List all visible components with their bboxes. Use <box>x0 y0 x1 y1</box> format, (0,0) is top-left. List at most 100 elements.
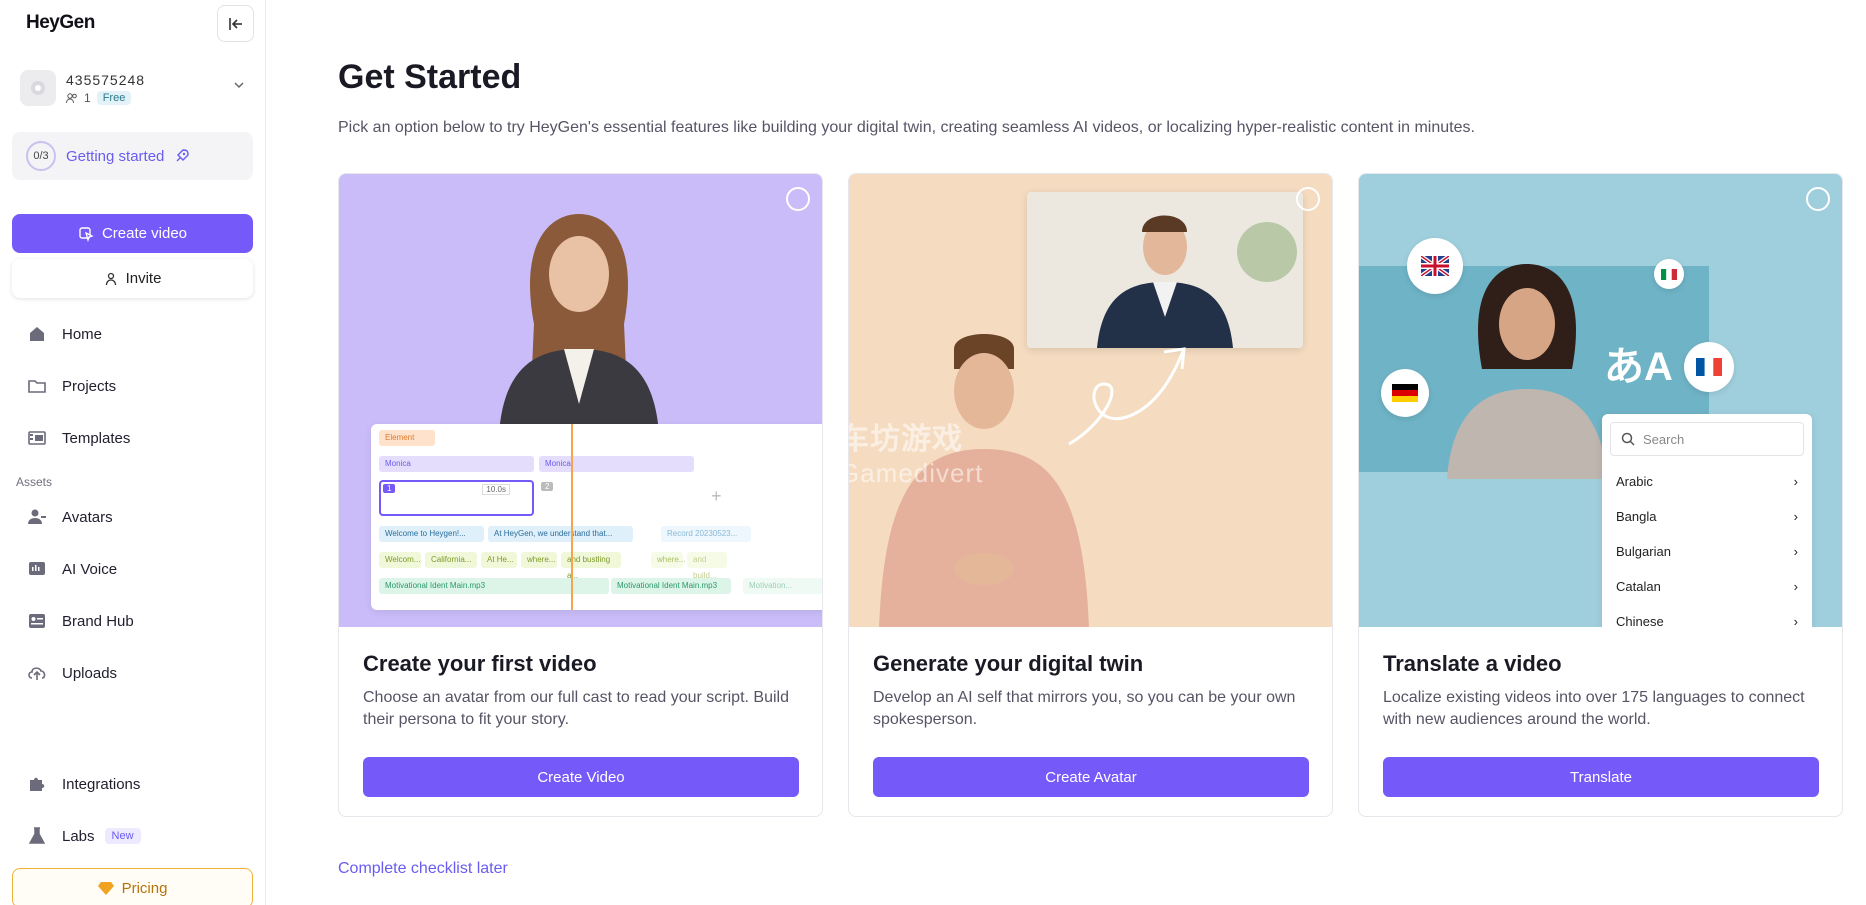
cloud-upload-icon <box>26 662 48 684</box>
card-title: Create your first video <box>363 651 597 676</box>
search-icon <box>1621 432 1635 446</box>
scene-1-thumb: 1 10.0s <box>379 480 534 516</box>
select-radio[interactable] <box>786 187 810 211</box>
plan-badge: Free <box>96 90 132 105</box>
create-video-label: Create video <box>101 225 188 242</box>
avatar-woman-translate-image <box>1447 264 1607 479</box>
sidebar-item-uploads[interactable]: Uploads <box>12 653 253 693</box>
invite-label: Invite <box>125 270 162 287</box>
language-row[interactable]: Catalan › <box>1602 569 1812 604</box>
playhead <box>571 424 573 610</box>
account-name: 435575248 <box>66 71 146 88</box>
select-radio[interactable] <box>1806 187 1830 211</box>
rocket-icon <box>176 149 190 162</box>
select-radio[interactable] <box>1296 187 1320 211</box>
card-description: Localize existing videos into over 175 l… <box>1383 689 1805 728</box>
watermark: 车坊游戏 Gamedivert <box>849 423 984 488</box>
create-avatar-card-button[interactable]: Create Avatar <box>873 757 1309 797</box>
create-video-card-button[interactable]: Create Video <box>363 757 799 797</box>
heygen-logo[interactable]: HeyGen <box>26 12 95 34</box>
row2-chip-e: and bustling a... <box>561 552 621 580</box>
sidebar-item-brand-hub[interactable]: Brand Hub <box>12 601 253 641</box>
person-icon <box>105 272 116 285</box>
translate-glyph: あA <box>1604 345 1673 389</box>
collapse-sidebar-button[interactable] <box>217 5 254 42</box>
sidebar-item-home[interactable]: Home <box>12 314 253 354</box>
sidebar-item-templates[interactable]: Templates <box>12 418 253 458</box>
complete-checklist-later-link[interactable]: Complete checklist later <box>338 860 508 878</box>
card-create-video[interactable]: Element Monica Monica 1 10.0s 2 + Welcom… <box>338 173 823 817</box>
row2-chip-b: California... <box>425 552 477 568</box>
row2-chip-d: where... <box>521 552 557 568</box>
language-row[interactable]: Bangla › <box>1602 499 1812 534</box>
sidebar-item-labs[interactable]: Labs New <box>12 816 253 856</box>
invite-button[interactable]: Invite <box>12 259 253 298</box>
main-content: Get Started Pick an option below to try … <box>266 0 1866 905</box>
voice-icon <box>26 558 48 580</box>
add-scene-icon: + <box>711 486 722 506</box>
chevron-down-icon <box>234 82 244 89</box>
card-title: Generate your digital twin <box>873 651 1144 676</box>
audio-chip-a: Motivational Ident Main.mp3 <box>379 578 609 594</box>
assets-section-label: Assets <box>16 475 53 489</box>
audio-chip-c: Motivation... <box>743 578 822 594</box>
scene-2-badge: 2 <box>541 482 554 491</box>
sidebar-item-integrations[interactable]: Integrations <box>12 764 253 804</box>
sidebar-item-projects[interactable]: Projects <box>12 366 253 406</box>
sidebar-item-label: Uploads <box>62 664 118 682</box>
chevron-right-icon: › <box>1793 544 1798 559</box>
language-row[interactable]: Bulgarian › <box>1602 534 1812 569</box>
scene-2-thumb: 2 <box>539 480 694 516</box>
getting-started-label: Getting started <box>66 147 165 165</box>
collapse-icon <box>228 17 242 30</box>
folder-icon <box>26 375 48 397</box>
language-picker: Search Arabic › Bangla › Bulgarian › Catala… <box>1602 414 1812 627</box>
scene-1-badge: 1 <box>383 484 396 493</box>
create-video-button[interactable]: Create video <box>12 214 253 253</box>
flask-icon <box>26 825 48 847</box>
gear-icon <box>31 81 45 95</box>
sidebar-item-avatars[interactable]: Avatars <box>12 497 253 537</box>
sidebar-item-label: Templates <box>62 429 131 447</box>
card-digital-twin[interactable]: 车坊游戏 Gamedivert Generate your digital tw… <box>848 173 1333 817</box>
puzzle-icon <box>26 773 48 795</box>
row2-chip-c: At He... <box>481 552 517 568</box>
language-search-input[interactable]: Search <box>1610 422 1804 456</box>
language-row[interactable]: Chinese › <box>1602 604 1812 627</box>
avatar-icon <box>26 506 48 528</box>
card-title: Translate a video <box>1383 651 1562 676</box>
language-row[interactable]: Arabic › <box>1602 464 1812 499</box>
script-chip-a: Welcome to Heygen!... <box>379 526 484 542</box>
chevron-right-icon: › <box>1793 509 1798 524</box>
avatar-track-a: Monica <box>379 456 534 472</box>
sidebar-item-ai-voice[interactable]: AI Voice <box>12 549 253 589</box>
home-icon <box>26 323 48 345</box>
avatar-man-suit-image <box>1027 192 1303 348</box>
sidebar-item-label: Brand Hub <box>62 612 134 630</box>
chevron-right-icon: › <box>1793 474 1798 489</box>
page-subtitle: Pick an option below to try HeyGen's ess… <box>338 119 1475 136</box>
row2-chip-a: Welcom... <box>379 552 421 568</box>
audio-chip-b: Motivational Ident Main.mp3 <box>611 578 731 594</box>
translate-card-button[interactable]: Translate <box>1383 757 1819 797</box>
sidebar-item-label: Home <box>62 325 103 343</box>
pricing-label: Pricing <box>121 879 168 897</box>
row2-chip-g: and build... <box>687 552 727 580</box>
sidebar: HeyGen 435575248 1 Free 0/3 Getting star… <box>0 0 266 905</box>
cursor-icon <box>79 226 94 242</box>
diamond-icon <box>97 882 114 895</box>
translate-preview: あA Search Arabic › Bangla › Bulgarian › Cat… <box>1359 174 1842 627</box>
getting-started-button[interactable]: 0/3 Getting started <box>12 132 253 180</box>
sidebar-item-label: Integrations <box>62 775 141 793</box>
sidebar-item-label: Avatars <box>62 508 113 526</box>
italy-flag-icon <box>1654 259 1684 289</box>
twin-video-frame <box>1027 192 1303 348</box>
sidebar-item-label: Labs <box>62 827 95 845</box>
account-switcher[interactable]: 435575248 1 Free <box>20 68 250 108</box>
card-description: Choose an avatar from our full cast to r… <box>363 689 789 728</box>
row2-chip-f: where... <box>651 552 685 568</box>
sidebar-item-label: AI Voice <box>62 560 118 578</box>
card-translate-video[interactable]: あA Search Arabic › Bangla › Bulgarian › Cat… <box>1358 173 1843 817</box>
new-badge: New <box>104 828 141 844</box>
pricing-button[interactable]: Pricing <box>12 868 253 905</box>
